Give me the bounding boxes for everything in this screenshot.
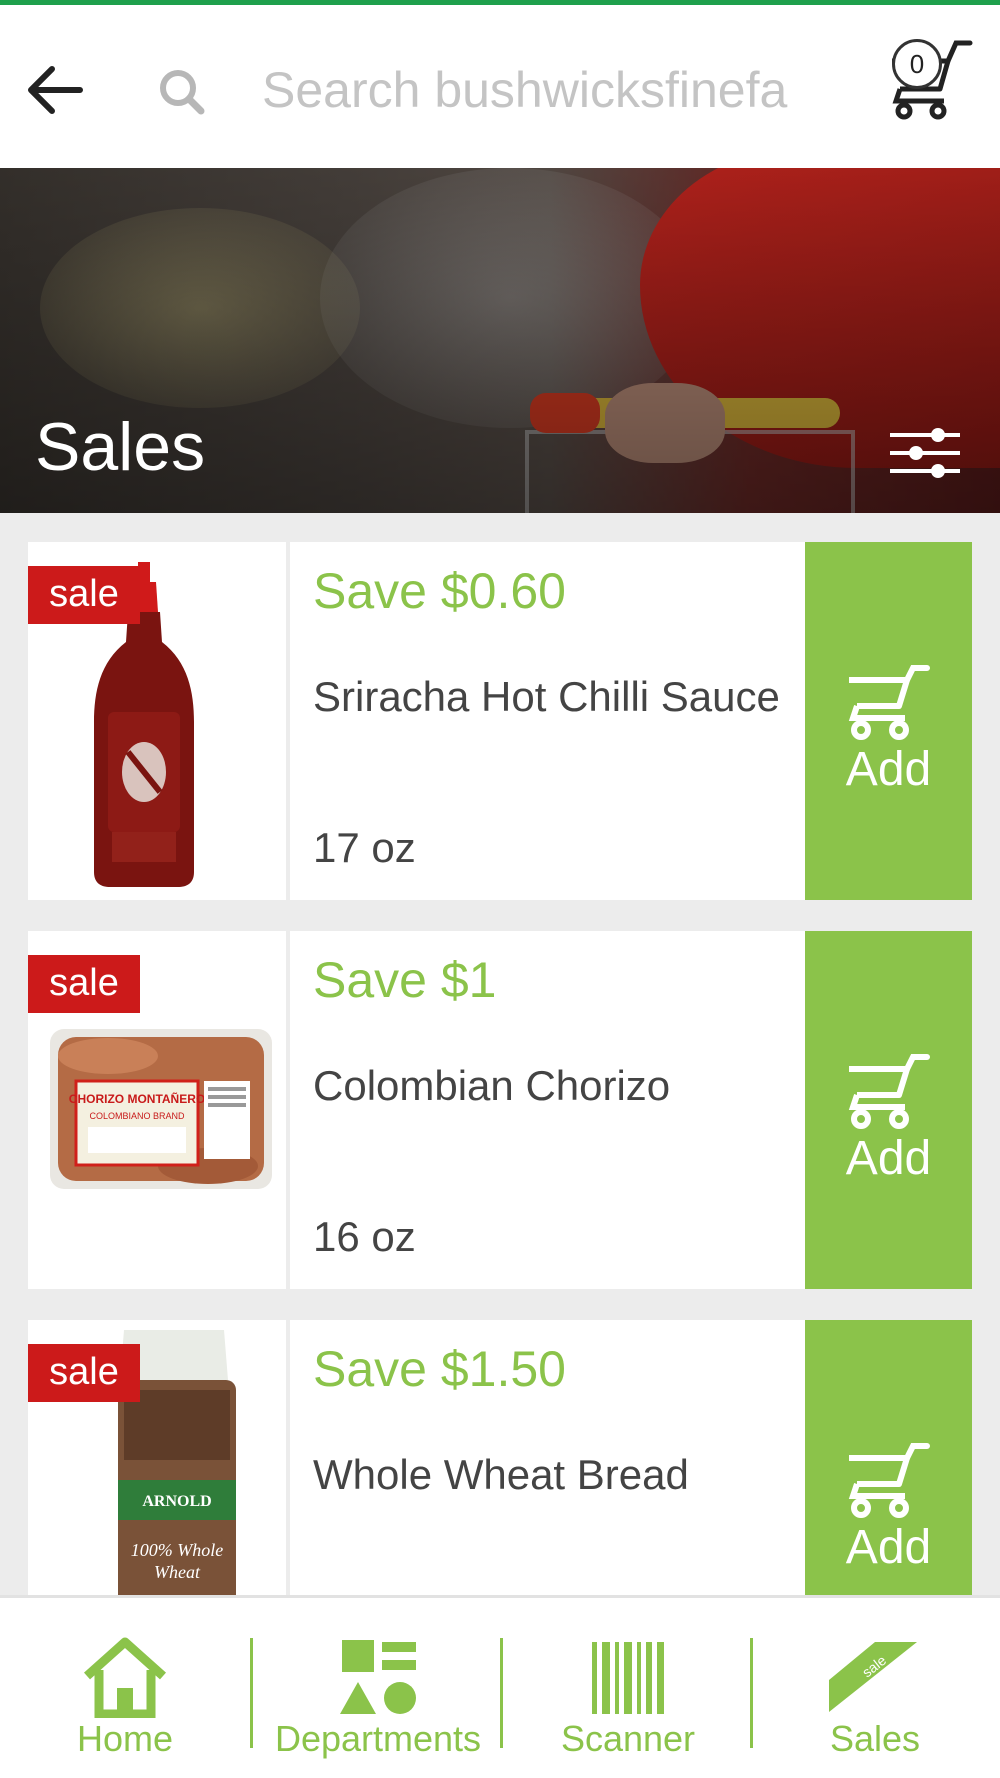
back-arrow-icon	[28, 66, 83, 114]
filter-sliders-icon	[890, 428, 960, 478]
cart-count-badge: 0	[892, 39, 942, 89]
nav-label: Departments	[274, 1718, 482, 1759]
home-icon	[83, 1637, 167, 1718]
nav-label: Sales	[829, 1718, 921, 1759]
nav-item-sales[interactable]: sale Sales	[750, 1598, 1000, 1778]
hero-banner: Sales	[0, 168, 1000, 513]
cart-button[interactable]: 0	[878, 31, 978, 121]
product-size: 16 oz	[313, 1213, 416, 1260]
nav-item-scanner[interactable]: Scanner	[503, 1598, 753, 1778]
product-info[interactable]: Save $1 Colombian Chorizo 16 oz	[313, 931, 793, 1289]
search-input[interactable]	[262, 55, 822, 125]
bread-brand-label: ARNOLD	[142, 1493, 211, 1510]
sale-badge: sale	[28, 1344, 140, 1402]
product-size: 17 oz	[313, 824, 416, 871]
add-to-cart-button[interactable]: Add	[805, 542, 972, 900]
add-button-label: Add	[845, 1132, 932, 1185]
bread-type-label-2: Wheat	[154, 1562, 201, 1582]
savings-amount: Save $0.60	[313, 563, 566, 619]
product-image[interactable]: sale	[28, 542, 290, 900]
savings-amount: Save $1	[313, 952, 497, 1008]
chorizo-label-line1: CHORIZO MONTAÑERO	[69, 1091, 205, 1106]
product-name[interactable]: Colombian Chorizo	[313, 1063, 783, 1109]
bread-type-label-1: 100% Whole	[131, 1540, 223, 1560]
nav-item-home[interactable]: Home	[0, 1598, 250, 1778]
search-icon[interactable]	[155, 65, 209, 119]
cart-add-icon	[848, 1054, 930, 1129]
product-name[interactable]: Whole Wheat Bread	[313, 1452, 783, 1498]
sale-tag-icon: sale	[829, 1642, 917, 1712]
departments-icon	[340, 1640, 416, 1714]
back-button[interactable]	[22, 55, 92, 125]
product-card[interactable]: sale Save $0.60 Sriracha Hot Chilli Sauc…	[28, 542, 972, 900]
barcode-icon	[592, 1642, 664, 1714]
chorizo-label-line2: COLOMBIANO BRAND	[89, 1111, 185, 1121]
add-to-cart-button[interactable]: Add	[805, 931, 972, 1289]
add-button-label: Add	[845, 1521, 932, 1574]
savings-amount: Save $1.50	[313, 1341, 566, 1397]
add-button-label: Add	[845, 743, 932, 796]
cart-add-icon	[848, 665, 930, 740]
nav-label: Home	[76, 1718, 174, 1759]
nav-label: Scanner	[560, 1718, 696, 1759]
bottom-navigation: Home Departments Scanner sale Sales	[0, 1595, 1000, 1778]
product-info[interactable]: Save $0.60 Sriracha Hot Chilli Sauce 17 …	[313, 542, 793, 900]
product-name[interactable]: Sriracha Hot Chilli Sauce	[313, 674, 783, 720]
product-image[interactable]: sale CHORIZO MONTAÑERO COLOMBIANO BRAND	[28, 931, 290, 1289]
filter-button[interactable]	[888, 423, 962, 483]
nav-item-departments[interactable]: Departments	[253, 1598, 503, 1778]
page-title: Sales	[35, 409, 206, 485]
sale-badge: sale	[28, 955, 140, 1013]
sale-badge: sale	[28, 566, 140, 624]
product-card[interactable]: sale CHORIZO MONTAÑERO COLOMBIANO BRAND …	[28, 931, 972, 1289]
header: 0	[0, 5, 1000, 168]
cart-add-icon	[848, 1443, 930, 1518]
